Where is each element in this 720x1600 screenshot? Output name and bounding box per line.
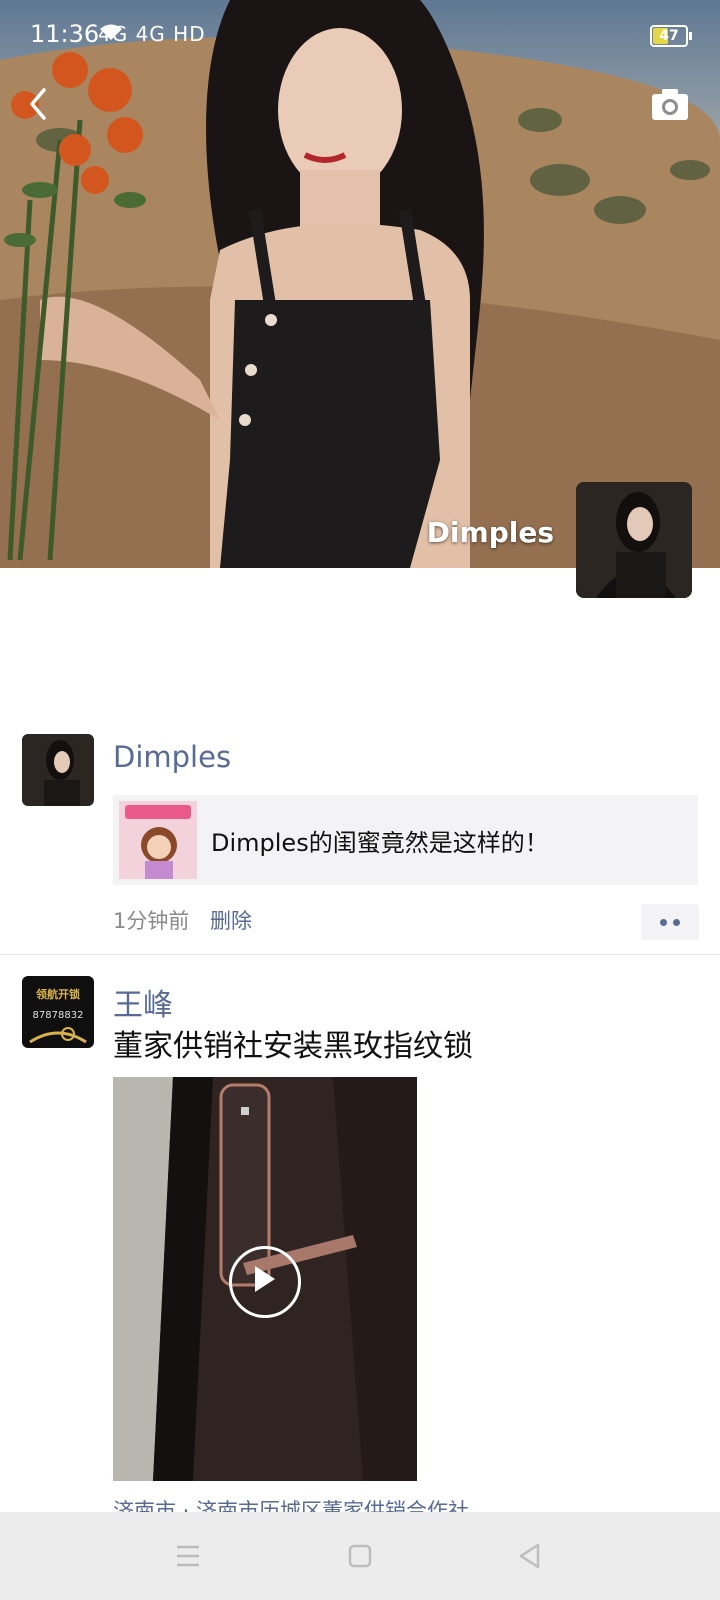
locksmith-logo-avatar: 领航开锁 87878832 xyxy=(22,976,94,1048)
profile-name: Dimples xyxy=(426,516,554,549)
profile-avatar[interactable] xyxy=(576,482,692,598)
avatar-brand-text: 领航开锁 xyxy=(35,987,80,1001)
cartoon-girl-image xyxy=(119,801,197,879)
video-thumbnail[interactable] xyxy=(113,1077,417,1481)
camera-button[interactable] xyxy=(646,80,694,128)
camera-icon xyxy=(652,89,688,120)
square-icon xyxy=(348,1544,372,1568)
menu-button[interactable] xyxy=(170,1538,206,1574)
post-time: 1分钟前 xyxy=(113,909,190,933)
battery-label: 47 xyxy=(659,28,679,44)
dot-icon xyxy=(673,918,680,926)
more-actions-button[interactable] xyxy=(641,904,699,940)
post-author[interactable]: Dimples xyxy=(113,740,231,774)
play-button[interactable] xyxy=(229,1246,301,1318)
delete-link[interactable]: 删除 xyxy=(210,905,252,935)
post-divider xyxy=(0,954,720,955)
battery-indicator: 47 xyxy=(650,25,692,47)
back-button[interactable] xyxy=(18,80,66,128)
dot-icon xyxy=(660,918,667,926)
link-thumbnail xyxy=(119,801,197,879)
hd-label: HD xyxy=(173,22,206,46)
profile-avatar-graphic xyxy=(576,482,692,598)
link-title: Dimples的闺蜜竟然是这样的！ xyxy=(211,829,549,857)
play-icon xyxy=(255,1266,275,1292)
status-time: 11:36 xyxy=(30,20,100,48)
menu-icon xyxy=(177,1545,199,1567)
avatar-phone-text: 87878832 xyxy=(33,1010,84,1021)
post-text: 董家供销社安装黑玫指纹锁 xyxy=(113,1029,473,1064)
triangle-back-icon xyxy=(519,1543,540,1569)
post-avatar[interactable] xyxy=(22,734,94,806)
wifi-icon xyxy=(100,24,122,40)
post-avatar-graphic xyxy=(22,734,94,806)
home-button[interactable] xyxy=(342,1538,378,1574)
system-nav-bar xyxy=(0,1512,720,1600)
shared-link-card[interactable]: Dimples的闺蜜竟然是这样的！ xyxy=(113,795,698,885)
chevron-left-icon xyxy=(30,88,46,120)
post-avatar[interactable]: 领航开锁 87878832 xyxy=(22,976,94,1048)
status-bar: 11:36 4G 4G HD 47 xyxy=(0,0,720,72)
system-back-button[interactable] xyxy=(512,1538,548,1574)
post-author[interactable]: 王峰 xyxy=(113,980,173,1024)
network-indicator: 4G 4G HD xyxy=(98,22,206,46)
